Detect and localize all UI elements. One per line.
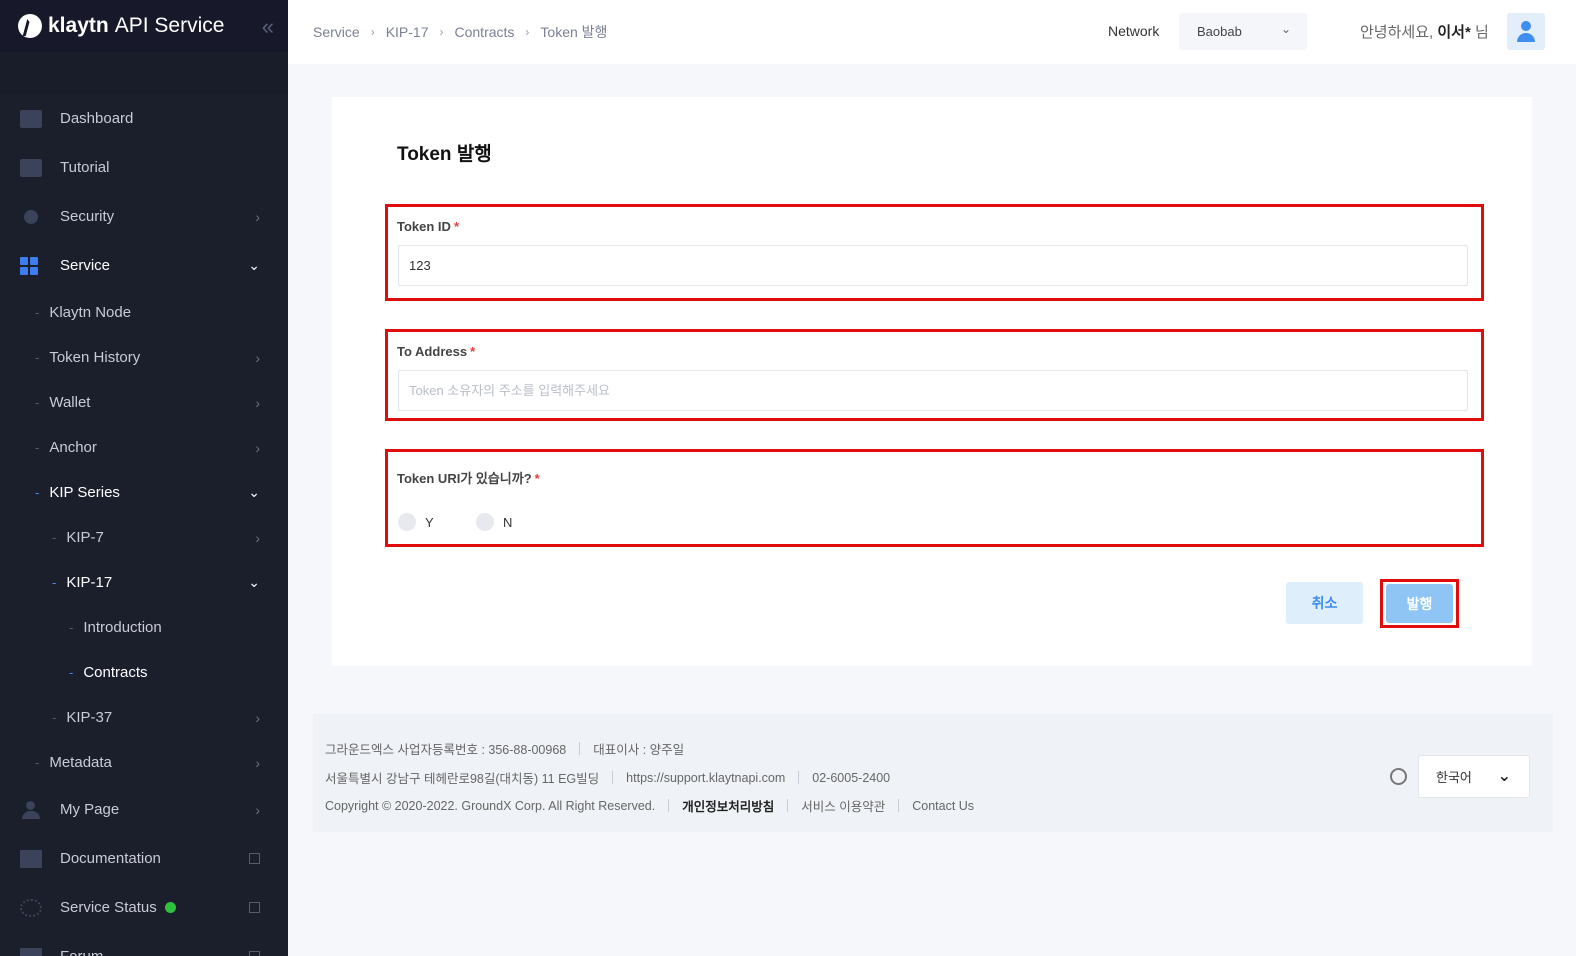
language-select[interactable]: 한국어 ⌄	[1418, 755, 1530, 798]
sidebar-item-dashboard[interactable]: Dashboard	[0, 94, 288, 143]
token-uri-field-group: Token URI가 있습니까? * Y N	[385, 449, 1484, 547]
chevron-right-icon: ›	[525, 25, 530, 39]
collapse-sidebar-icon[interactable]: «	[262, 14, 275, 40]
to-address-input[interactable]	[398, 370, 1468, 411]
logo-brand: klaytn	[48, 14, 109, 37]
issue-button[interactable]: 발행	[1386, 584, 1453, 623]
chevron-down-icon: ⌄	[248, 484, 260, 500]
to-address-label: To Address *	[397, 344, 476, 359]
sidebar-item-contracts[interactable]: - Contracts	[0, 650, 288, 695]
chevron-right-icon: ›	[255, 709, 260, 726]
chevron-right-icon: ›	[255, 349, 260, 366]
footer-address: 서울특별시 강남구 테헤란로98길(대치동) 11 EG빌딩	[325, 772, 600, 786]
sidebar: klaytn API Service « Dashboard Tutorial …	[0, 0, 288, 956]
radio-icon	[476, 513, 494, 531]
cancel-button[interactable]: 취소	[1286, 582, 1363, 624]
network-label: Network	[1108, 23, 1160, 39]
top-header: Service › KIP-17 › Contracts › Token 발행 …	[288, 0, 1576, 64]
token-id-label: Token ID *	[397, 219, 459, 234]
external-link-icon	[249, 853, 260, 864]
sidebar-item-forum[interactable]: Forum	[0, 932, 288, 956]
sidebar-item-kip-17[interactable]: - KIP-17 ⌄	[0, 560, 288, 605]
sidebar-nav: Dashboard Tutorial Security › Service ⌄ …	[0, 94, 288, 956]
token-uri-radio-yes[interactable]: Y	[398, 513, 434, 531]
chevron-down-icon: ⌄	[1497, 768, 1511, 785]
video-icon	[20, 158, 42, 177]
footer-contact-link[interactable]: Contact Us	[912, 799, 974, 813]
dashboard-icon	[20, 109, 42, 128]
main-content: Token 발행 Token ID* To Address* Token URI…	[288, 64, 1576, 956]
token-issue-card: Token 발행 Token ID* To Address* Token URI…	[332, 97, 1532, 666]
breadcrumb-contracts[interactable]: Contracts	[455, 24, 515, 40]
token-id-field-group: Token ID *	[385, 204, 1484, 301]
sidebar-item-tutorial[interactable]: Tutorial	[0, 143, 288, 192]
chevron-right-icon: ›	[370, 25, 375, 39]
sidebar-item-introduction[interactable]: - Introduction	[0, 605, 288, 650]
footer-phone: 02-6005-2400	[812, 770, 891, 785]
chevron-right-icon: ›	[255, 529, 260, 546]
issue-button-highlight: 발행	[1380, 579, 1459, 628]
page-title: Token 발행	[397, 144, 492, 165]
sidebar-item-kip-37[interactable]: - KIP-37 ›	[0, 695, 288, 740]
breadcrumb-service[interactable]: Service	[313, 24, 360, 40]
footer: 그라운드엑스 사업자등록번호 : 356-88-00968 대표이사 : 양주일…	[313, 714, 1553, 832]
chevron-right-icon: ›	[255, 208, 260, 225]
sidebar-item-kip-series[interactable]: - KIP Series ⌄	[0, 470, 288, 515]
sidebar-item-anchor[interactable]: - Anchor ›	[0, 425, 288, 470]
sidebar-item-security[interactable]: Security ›	[0, 192, 288, 241]
token-id-input[interactable]	[398, 245, 1468, 286]
chevron-down-icon: ⌄	[248, 574, 260, 590]
external-link-icon	[249, 902, 260, 913]
footer-support-link[interactable]: https://support.klaytnapi.com	[626, 771, 785, 785]
footer-ceo: 대표이사 : 양주일	[593, 743, 685, 757]
sidebar-item-service[interactable]: Service ⌄	[0, 241, 288, 290]
breadcrumb-kip-17[interactable]: KIP-17	[386, 24, 429, 40]
sidebar-item-token-history[interactable]: - Token History ›	[0, 335, 288, 380]
footer-privacy-link[interactable]: 개인정보처리방침	[682, 796, 774, 815]
book-icon	[20, 849, 42, 868]
sidebar-item-metadata[interactable]: - Metadata ›	[0, 740, 288, 785]
footer-terms-link[interactable]: 서비스 이용약관	[801, 796, 885, 815]
to-address-field-group: To Address *	[385, 329, 1484, 421]
radio-icon	[398, 513, 416, 531]
sidebar-item-kip-7[interactable]: - KIP-7 ›	[0, 515, 288, 560]
chevron-right-icon: ›	[255, 394, 260, 411]
logo-suffix: API Service	[114, 14, 225, 37]
sidebar-item-klaytn-node[interactable]: - Klaytn Node	[0, 290, 288, 335]
status-ok-indicator	[164, 902, 176, 913]
footer-copyright: Copyright © 2020-2022. GroundX Corp. All…	[325, 798, 656, 813]
footer-company: 그라운드엑스 사업자등록번호 : 356-88-00968	[325, 743, 567, 757]
user-name: 이서*	[1437, 24, 1471, 41]
network-select[interactable]: Baobab ⌄	[1179, 13, 1307, 50]
status-icon	[20, 898, 42, 917]
breadcrumb: Service › KIP-17 › Contracts › Token 발행	[313, 22, 607, 42]
external-link-icon	[249, 951, 260, 956]
sidebar-item-my-page[interactable]: My Page ›	[0, 785, 288, 834]
token-uri-radio-no[interactable]: N	[476, 513, 512, 531]
network-value: Baobab	[1197, 24, 1242, 39]
sidebar-header: klaytn API Service «	[0, 0, 288, 52]
logo[interactable]: klaytn API Service	[18, 14, 224, 38]
chevron-down-icon: ⌄	[248, 257, 260, 273]
klaytn-logo-icon	[18, 14, 42, 38]
chevron-right-icon: ›	[255, 439, 260, 456]
grid-icon	[20, 256, 42, 275]
user-icon	[20, 800, 42, 819]
chevron-right-icon: ›	[255, 801, 260, 818]
sidebar-item-service-status[interactable]: Service Status	[0, 883, 288, 932]
chevron-right-icon: ›	[255, 754, 260, 771]
key-icon	[24, 209, 38, 224]
chevron-down-icon: ⌄	[1280, 22, 1291, 36]
forum-icon	[20, 947, 42, 956]
sidebar-item-wallet[interactable]: - Wallet ›	[0, 380, 288, 425]
breadcrumb-current: Token 발행	[540, 24, 608, 40]
language-value: 한국어	[1436, 770, 1472, 785]
avatar[interactable]	[1507, 13, 1545, 50]
chevron-right-icon: ›	[439, 25, 444, 39]
sidebar-item-documentation[interactable]: Documentation	[0, 834, 288, 883]
globe-icon	[1390, 768, 1407, 785]
user-greeting: 안녕하세요, 이서* 님	[1360, 24, 1489, 41]
token-uri-label: Token URI가 있습니까? *	[397, 471, 540, 486]
